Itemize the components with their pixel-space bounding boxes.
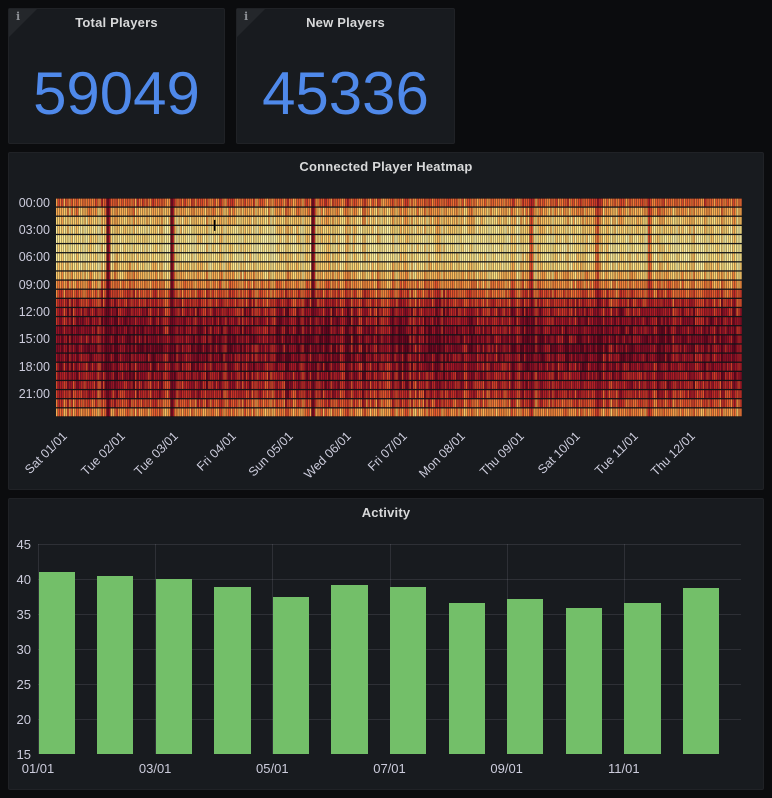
heatmap-x-tick-label: Thu 09/01 [477,429,527,479]
activity-y-tick-label: 15 [9,747,31,762]
heatmap-y-tick-label: 21:00 [10,387,50,401]
panel-title-new-players[interactable]: New Players [237,15,454,30]
stat-value-new-players: 45336 [237,53,454,133]
activity-bar [624,603,660,754]
stat-value-total-players: 59049 [9,53,224,133]
panel-title-total-players[interactable]: Total Players [9,15,224,30]
heatmap-x-tick-label: Tue 11/01 [593,429,642,478]
stat-panel-new-players: i New Players 45336 [236,8,455,144]
activity-plot-area[interactable]: 15 20 25 30 35 40 45 01/01 03/01 05/01 07/01 09/01 1… [9,499,763,789]
activity-x-tick-label: 01/01 [22,761,55,776]
activity-x-tick-label: 11/01 [608,761,640,776]
activity-bar [273,597,309,754]
heatmap-panel: Connected Player Heatmap 00:00 03:00 06:00… [8,152,764,490]
heatmap-x-tick-label: Thu 12/01 [648,429,698,479]
heatmap-plot-area[interactable] [56,198,742,417]
heatmap-x-tick-label: Fri 07/01 [365,429,410,474]
heatmap-x-tick-label: Sat 01/01 [22,429,70,477]
activity-bar [39,572,75,754]
heatmap-x-tick-label: Sat 10/01 [535,429,583,477]
heatmap-x-tick-label: Tue 03/01 [131,429,180,478]
activity-x-tick-label: 07/01 [373,761,406,776]
heatmap-y-tick-label: 12:00 [10,305,50,319]
activity-bar [331,585,367,754]
activity-bar [507,599,543,754]
activity-y-tick-label: 40 [9,572,31,587]
heatmap-y-tick-label: 15:00 [10,332,50,346]
heatmap-y-tick-label: 03:00 [10,223,50,237]
activity-y-tick-label: 30 [9,642,31,657]
heatmap-x-tick-label: Tue 02/01 [79,429,128,478]
stat-panel-total-players: i Total Players 59049 [8,8,225,144]
activity-bar [390,587,426,754]
heatmap-x-tick-label: Wed 06/01 [301,429,353,481]
panel-title-heatmap[interactable]: Connected Player Heatmap [9,159,763,174]
heatmap-y-tick-label: 06:00 [10,250,50,264]
heatmap-y-tick-label: 00:00 [10,196,50,210]
heatmap-x-tick-label: Fri 04/01 [194,429,239,474]
activity-y-tick-label: 25 [9,677,31,692]
activity-y-tick-label: 35 [9,607,31,622]
activity-bar [566,608,602,754]
activity-bar [449,603,485,754]
heatmap-x-tick-label: Sun 05/01 [245,429,295,479]
heatmap-y-tick-label: 09:00 [10,278,50,292]
activity-y-tick-label: 45 [9,537,31,552]
activity-panel: Activity 1520253035404501/0103/0105/0107… [8,498,764,790]
activity-x-tick-label: 03/01 [139,761,172,776]
heatmap-x-tick-label: Mon 08/01 [417,429,469,481]
activity-bar [97,576,133,754]
activity-x-tick-label: 09/01 [490,761,523,776]
activity-bar [683,588,719,754]
activity-bar [214,587,250,754]
heatmap-y-tick-label: 18:00 [10,360,50,374]
grafana-dashboard: i Total Players 59049 i New Players 4533… [0,0,772,798]
activity-x-tick-label: 05/01 [256,761,289,776]
activity-y-tick-label: 20 [9,712,31,727]
activity-bar [156,579,192,754]
